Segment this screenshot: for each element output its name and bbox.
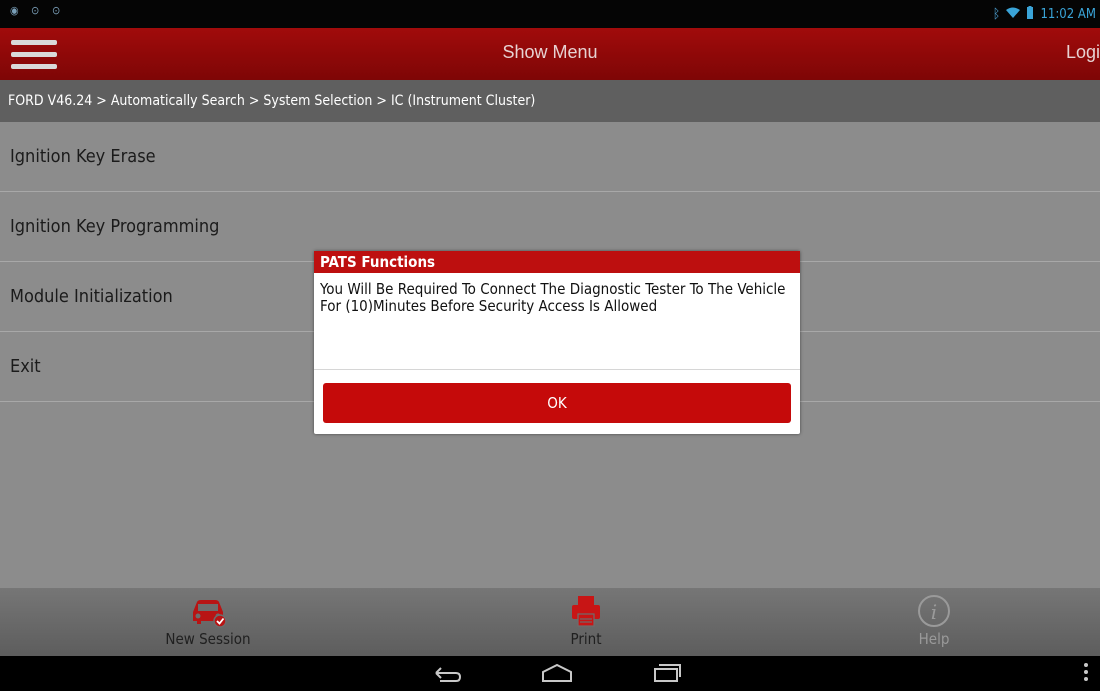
recent-apps-icon[interactable] [652, 663, 682, 688]
svg-text:i: i [931, 600, 937, 624]
home-icon[interactable] [540, 663, 574, 688]
status-icons-right: ᛒ 11:02 AM [993, 6, 1096, 23]
bluetooth-icon: ᛒ [992, 7, 1001, 22]
info-icon: i [918, 595, 950, 627]
new-session-button[interactable]: New Session [108, 588, 308, 656]
status-bar: ◉ ⊙ ⊙ ᛒ 11:02 AM [0, 0, 1100, 28]
show-menu-title[interactable]: Show Menu [0, 42, 1100, 63]
car-icon [193, 600, 227, 628]
help-button[interactable]: i Help [834, 588, 1034, 656]
ok-button[interactable]: OK [323, 383, 791, 423]
new-session-label: New Session [165, 630, 251, 648]
target-icon: ◉ [10, 4, 19, 17]
camera-icon: ⊙ [31, 4, 40, 17]
print-label: Print [570, 630, 602, 648]
help-label: Help [918, 630, 950, 648]
clock: 11:02 AM [1040, 7, 1096, 22]
printer-icon [572, 596, 600, 627]
breadcrumb: FORD V46.24 > Automatically Search > Sys… [0, 80, 1100, 122]
battery-icon [1026, 6, 1034, 23]
system-nav-bar [0, 656, 1100, 691]
dialog-title: PATS Functions [314, 251, 800, 273]
overflow-menu-icon[interactable] [1082, 661, 1090, 688]
back-icon[interactable] [432, 663, 462, 688]
bottom-toolbar: New Session Print i Help [0, 588, 1100, 656]
status-icons-left: ◉ ⊙ ⊙ [10, 5, 64, 17]
list-item-ignition-key-erase[interactable]: Ignition Key Erase [0, 122, 1100, 192]
dialog-message: You Will Be Required To Connect The Diag… [320, 280, 786, 315]
login-button[interactable]: Logi [1066, 42, 1100, 63]
dialog-divider [314, 369, 800, 370]
wifi-icon [1006, 7, 1021, 23]
app-bar: Show Menu Logi [0, 28, 1100, 80]
pats-dialog: PATS Functions You Will Be Required To C… [314, 251, 800, 434]
print-button[interactable]: Print [486, 588, 686, 656]
camera-icon: ⊙ [52, 4, 61, 17]
